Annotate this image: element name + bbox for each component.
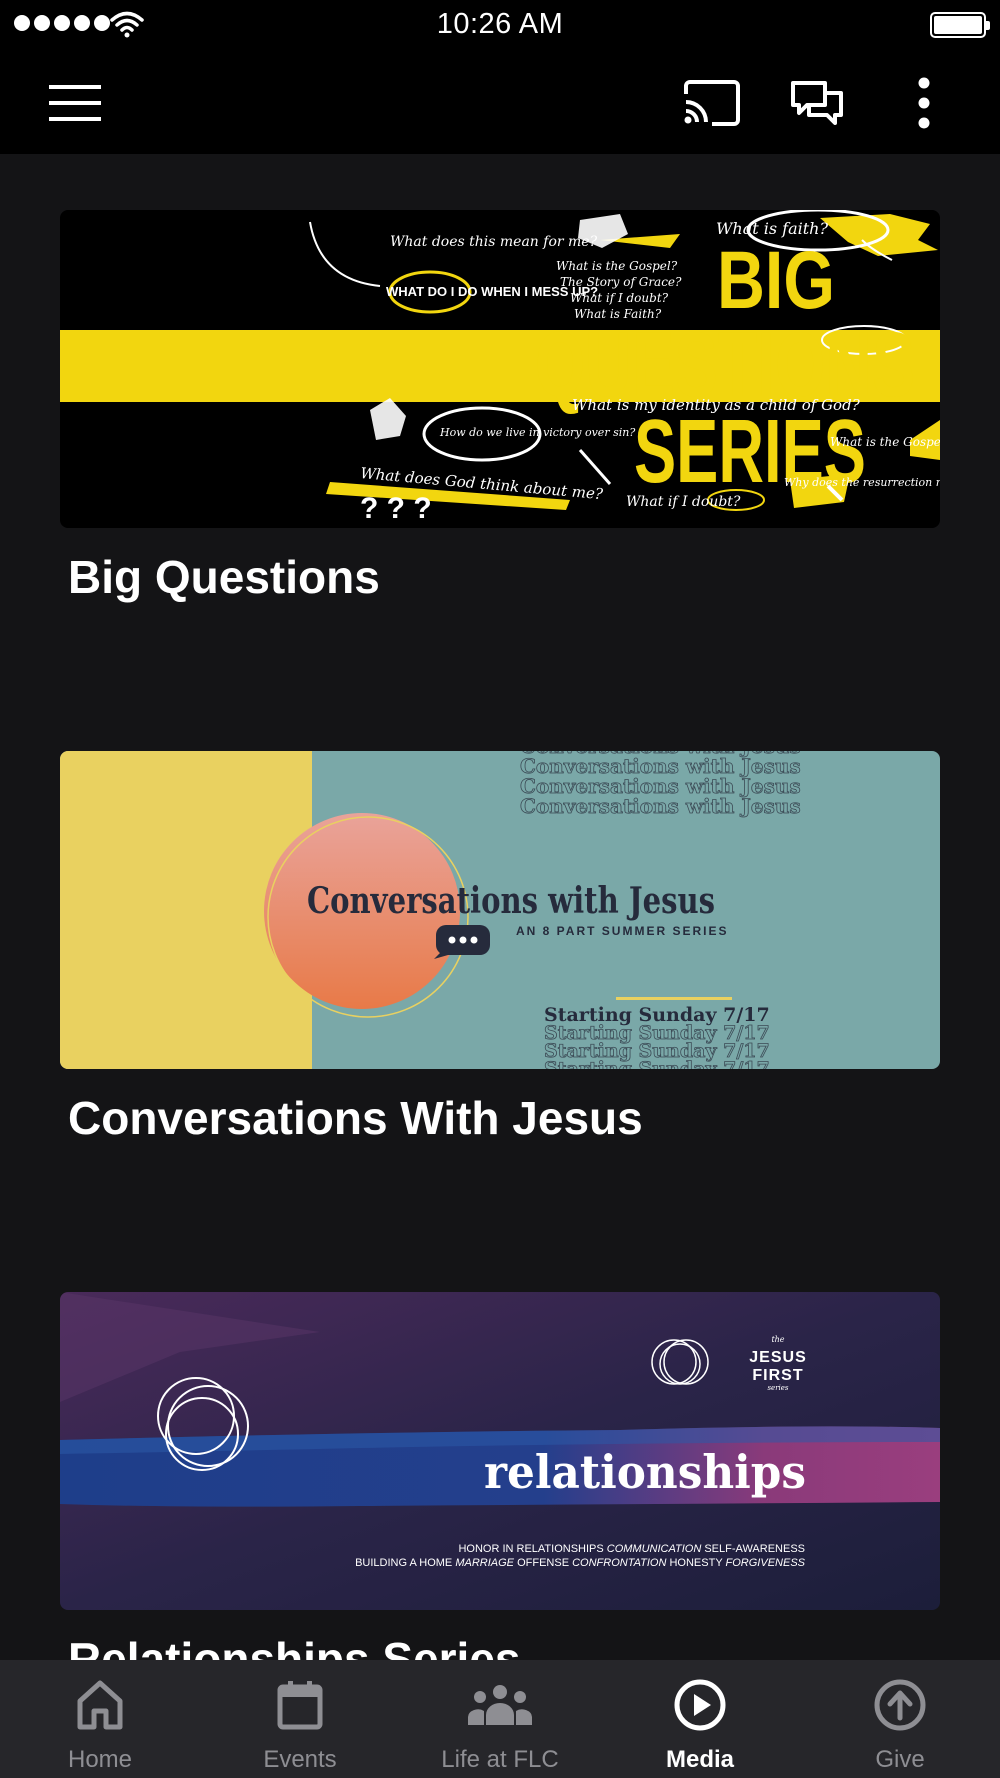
series-title: Conversations With Jesus <box>68 1092 643 1144</box>
bottom-tab-bar: Home Events Life at FLC Media Give <box>0 1660 1000 1778</box>
svg-text:What is my identity as a child: What is my identity as a child of God? <box>572 396 861 414</box>
calendar-icon <box>277 1681 323 1730</box>
svg-text:Conversations with Jesus: Conversations with Jesus <box>520 794 801 818</box>
artwork-headline: relationships <box>484 1445 806 1499</box>
svg-text:the: the <box>771 1335 784 1344</box>
artwork-headline-line-1: BIG <box>717 235 835 326</box>
svg-text:series: series <box>767 1384 788 1392</box>
app-bar <box>0 52 1000 154</box>
tab-label: Events <box>263 1746 337 1773</box>
series-card-conversations-with-jesus[interactable]: Conversations with Jesus Conversations w… <box>60 751 940 1145</box>
svg-text:The Story of Grace?: The Story of Grace? <box>560 275 682 289</box>
tab-events[interactable]: Events <box>200 1660 400 1778</box>
tab-home[interactable]: Home <box>0 1660 200 1778</box>
battery-icon <box>930 12 990 38</box>
svg-text:JESUS: JESUS <box>749 1349 806 1366</box>
tab-give[interactable]: Give <box>800 1660 1000 1778</box>
svg-text:FIRST: FIRST <box>752 1367 803 1384</box>
more-options-button[interactable] <box>889 70 959 136</box>
svg-text:Starting Sunday 7/17: Starting Sunday 7/17 <box>544 1058 770 1069</box>
artwork-subtitle: AN 8 PART SUMMER SERIES <box>516 924 728 938</box>
tab-label: Media <box>665 1746 734 1773</box>
series-card-relationships[interactable]: the JESUS FIRST series relationships HON… <box>60 1292 940 1660</box>
series-artwork-big-questions[interactable]: BIG QUESTIONS SERIES What does this mean… <box>60 210 940 528</box>
tab-media[interactable]: Media <box>600 1660 800 1778</box>
tab-life-at-flc[interactable]: Life at FLC <box>400 1660 600 1778</box>
tab-label: Life at FLC <box>441 1746 559 1773</box>
cast-icon <box>684 80 740 126</box>
chat-button[interactable] <box>782 70 852 136</box>
series-card-big-questions[interactable]: BIG QUESTIONS SERIES What does this mean… <box>60 210 940 604</box>
people-icon <box>468 1685 532 1725</box>
tab-label: Home <box>67 1746 133 1773</box>
svg-text:What is Faith?: What is Faith? <box>574 307 662 321</box>
svg-text:? ? ?: ? ? ? <box>360 492 432 525</box>
status-bar: 10:26 AM <box>0 0 1000 52</box>
svg-text:What if I doubt?: What if I doubt? <box>626 494 741 510</box>
svg-text:What is faith?: What is faith? <box>716 219 829 238</box>
tab-label: Give <box>875 1746 925 1773</box>
svg-text:BUILDING A HOME MARRIAGE OFF: BUILDING A HOME MARRIAGE OFFENSE CONFRON… <box>355 1557 806 1569</box>
give-icon <box>874 1679 926 1731</box>
chat-icon <box>791 81 843 125</box>
svg-text:What is the Gospel?: What is the Gospel? <box>556 259 678 273</box>
series-title: Big Questions <box>68 551 380 603</box>
home-icon <box>77 1680 123 1730</box>
artwork-headline: Conversations with Jesus <box>307 880 715 922</box>
more-vertical-icon <box>918 77 930 129</box>
series-artwork-relationships[interactable]: the JESUS FIRST series relationships HON… <box>60 1292 940 1610</box>
media-series-list: BIG QUESTIONS SERIES What does this mean… <box>0 154 1000 1660</box>
hamburger-icon <box>49 85 101 121</box>
menu-button[interactable] <box>40 70 110 136</box>
series-artwork-conversations[interactable]: Conversations with Jesus Conversations w… <box>60 751 940 1069</box>
svg-text:What if I doubt?: What if I doubt? <box>570 291 669 305</box>
series-title: Relationships Series <box>68 1633 521 1660</box>
play-circle-icon <box>674 1679 726 1731</box>
svg-text:HONOR IN RELATIONSHIPS COMMUN: HONOR IN RELATIONSHIPS COMMUNICATION SEL… <box>458 1543 805 1555</box>
svg-text:What does this mean for me?: What does this mean for me? <box>390 234 598 250</box>
svg-text:Why does the resurrection matt: Why does the resurrection matter? <box>784 476 940 489</box>
svg-text:What is the Gospel?: What is the Gospel? <box>830 435 940 449</box>
cast-button[interactable] <box>676 70 746 136</box>
status-time: 10:26 AM <box>436 8 564 40</box>
svg-text:How do we live in victory over: How do we live in victory over sin? <box>439 426 635 439</box>
